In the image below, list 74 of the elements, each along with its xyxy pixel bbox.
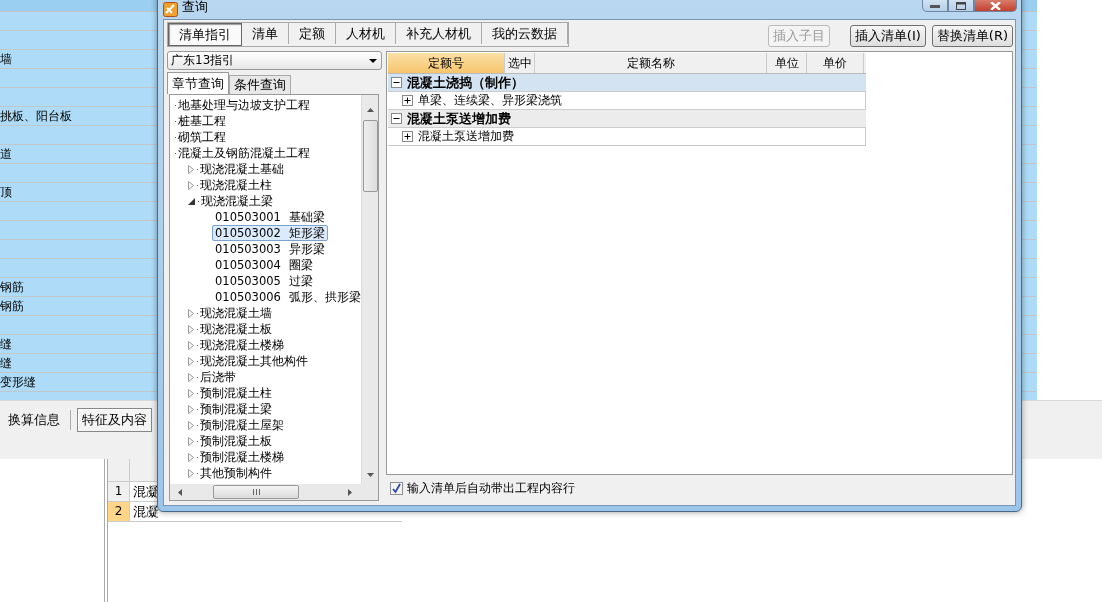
row-text[interactable]: 混凝土泵送增加费 [418, 128, 514, 145]
tree-item[interactable]: 现浇混凝土柱 [200, 177, 272, 193]
tree-item[interactable]: 现浇混凝土板 [200, 321, 272, 337]
tab[interactable]: 章节查询 [167, 72, 229, 94]
tab[interactable]: 清单 [242, 23, 289, 44]
scroll-right-icon[interactable] [345, 487, 354, 497]
tree-item[interactable]: 010503002 矩形梁 [212, 225, 328, 241]
tree-item[interactable]: 砌筑工程 [178, 129, 226, 145]
tab[interactable]: 定额 [289, 23, 336, 44]
expand-icon[interactable] [402, 131, 413, 142]
tree-item[interactable]: 预制混凝土屋架 [200, 417, 284, 433]
group-row[interactable]: 混凝土泵送增加费 [388, 110, 866, 128]
collapse-icon[interactable] [188, 197, 195, 205]
tree-item[interactable]: 混凝土及钢筋混凝土工程 [178, 145, 310, 161]
tab[interactable]: 人材机 [336, 23, 396, 44]
group-title: 混凝土浇捣（制作） [407, 73, 524, 92]
app-icon [163, 2, 178, 17]
tree-item[interactable]: 010503004 圈梁 [212, 257, 316, 273]
scroll-thumb[interactable] [362, 120, 378, 192]
tree-item[interactable]: 010503003 异形梁 [212, 241, 328, 257]
scroll-up-icon[interactable] [365, 105, 375, 114]
tree-item[interactable]: 现浇混凝土楼梯 [200, 337, 284, 353]
vertical-scrollbar[interactable] [361, 95, 378, 484]
replace-list-button[interactable]: 替换清单(R) [931, 25, 1013, 47]
tree-item[interactable]: 010503006 弧形、拱形梁 [212, 289, 361, 305]
panel-tab[interactable]: 特征及内容 [77, 408, 152, 432]
expand-icon[interactable] [402, 95, 413, 106]
collapse-icon[interactable] [391, 113, 402, 124]
tree-item[interactable]: 其他预制构件 [200, 465, 272, 481]
tree-item[interactable]: 预制混凝土楼梯 [200, 449, 284, 465]
tree-item[interactable]: 010503005 过梁 [212, 273, 316, 289]
tree-item[interactable]: 预制混凝土柱 [200, 385, 272, 401]
tree-item[interactable]: 预制混凝土板 [200, 433, 272, 449]
row-text[interactable]: 单梁、连续梁、异形梁浇筑 [418, 92, 562, 109]
tree-item[interactable]: 预制混凝土梁 [200, 401, 272, 417]
scroll-thumb[interactable] [213, 485, 299, 499]
tree-item[interactable]: 现浇混凝土其他构件 [200, 353, 308, 369]
tree-item[interactable]: 现浇混凝土基础 [200, 161, 284, 177]
collapse-icon[interactable] [391, 77, 402, 88]
column-header[interactable]: 定额名称 [535, 53, 767, 73]
column-header[interactable]: 单价 [807, 53, 864, 73]
minimize-icon [930, 4, 940, 8]
checkbox[interactable] [390, 481, 403, 495]
tree-item[interactable]: 现浇混凝土墙 [200, 305, 272, 321]
maximize-icon [956, 2, 966, 10]
insert-list-button[interactable]: 插入清单(I) [849, 25, 926, 47]
window-title: 查询 [182, 0, 208, 16]
row-number: 1 [108, 482, 130, 501]
tab[interactable]: 补充人材机 [396, 23, 482, 44]
tab[interactable]: 清单指引 [168, 23, 242, 46]
tree-item[interactable]: 现浇混凝土梁 [201, 193, 273, 209]
checkmark-icon [391, 482, 402, 494]
group-row[interactable]: 混凝土浇捣（制作） [388, 74, 866, 92]
dropdown-arrow-icon [369, 58, 377, 63]
close-icon [990, 2, 1001, 10]
row-number: 2 [108, 502, 130, 521]
column-header[interactable]: 定额号 [388, 53, 505, 73]
scroll-left-icon[interactable] [176, 487, 185, 497]
tab[interactable]: 我的云数据 [482, 23, 568, 44]
table-cell-text: 混凝 [132, 483, 159, 501]
column-header[interactable]: 选中 [505, 53, 535, 73]
panel-tab[interactable]: 换算信息 [4, 409, 64, 431]
checkbox-label[interactable]: 输入清单后自动带出工程内容行 [407, 479, 575, 497]
library-dropdown[interactable]: 广东13指引 [167, 51, 382, 70]
scroll-down-icon[interactable] [365, 471, 375, 480]
tab[interactable]: 条件查询 [229, 75, 291, 94]
column-header[interactable]: 单位 [767, 53, 807, 73]
horizontal-scrollbar[interactable] [170, 484, 378, 500]
group-title: 混凝土泵送增加费 [407, 109, 511, 128]
tree-item[interactable]: 010503001 基础梁 [212, 209, 328, 225]
tree-item[interactable]: 桩基工程 [178, 113, 226, 129]
tree-item[interactable]: 后浇带 [200, 369, 236, 385]
tree-item[interactable]: 地基处理与边坡支护工程 [178, 97, 310, 113]
table-cell-text: 混凝 [132, 503, 159, 521]
